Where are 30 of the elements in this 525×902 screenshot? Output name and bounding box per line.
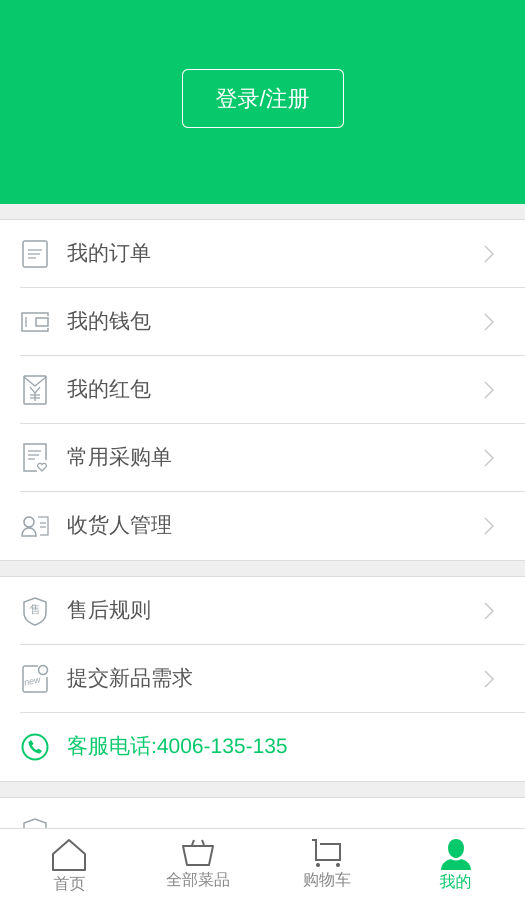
home-icon: [51, 838, 88, 872]
basket-icon: [181, 838, 216, 868]
menu-item-label: 提交新品需求: [67, 666, 194, 692]
menu-item-label: 常用采购单: [67, 444, 173, 471]
menu-item-label: 客服电话:4006-135-135: [67, 734, 289, 760]
tab[interactable]: 全部菜品: [134, 829, 262, 902]
menu-item[interactable]: 我的红包: [20, 356, 525, 424]
contact-card-icon: [20, 514, 50, 538]
menu-item-label: 收货人管理: [67, 513, 173, 540]
list-heart-icon: [21, 442, 49, 474]
menu-item-label: 我的订单: [67, 240, 152, 267]
tab[interactable]: 首页: [5, 829, 134, 902]
menu-item[interactable]: 我的钱包: [20, 288, 525, 356]
menu-item[interactable]: 我的订单: [20, 220, 525, 288]
cart-icon: [310, 838, 344, 868]
menu-item[interactable]: 售 售后规则: [20, 577, 525, 645]
shield-icon: 售: [22, 596, 48, 626]
tab[interactable]: 购物车: [262, 829, 392, 902]
shield-icon: [22, 817, 48, 828]
menu-item[interactable]: new 提交新品需求: [20, 645, 525, 713]
menu-item-label: 我的红包: [67, 376, 152, 403]
menu-item[interactable]: 常用采购单: [20, 424, 525, 492]
envelope-icon: [22, 374, 48, 406]
menu-item-label: 售后规则: [67, 598, 152, 624]
user-icon: [438, 838, 473, 870]
menu-item[interactable]: 收货人管理: [20, 492, 525, 560]
clipboard-icon: [21, 238, 49, 268]
wallet-icon: [20, 310, 50, 332]
menu-item-label: 我的钱包: [67, 308, 152, 335]
phone-icon: [21, 733, 49, 761]
